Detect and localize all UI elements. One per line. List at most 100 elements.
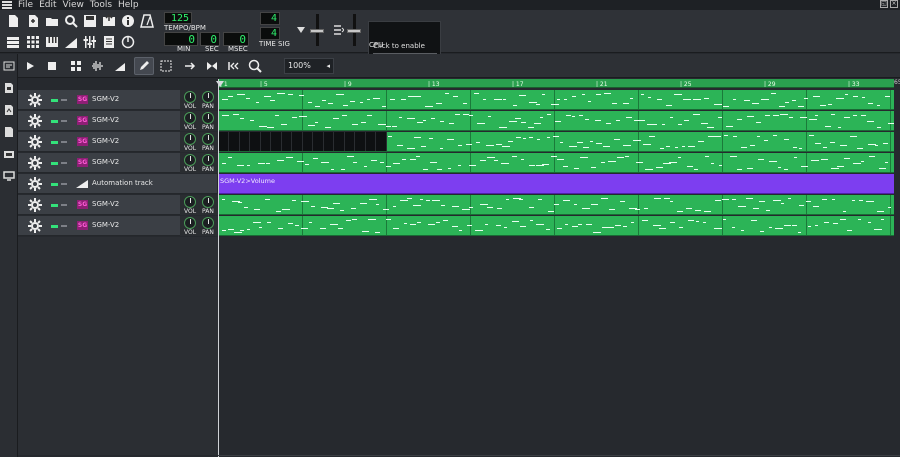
- pattern-clip-lane[interactable]: [218, 111, 894, 131]
- metronome-button[interactable]: [138, 12, 155, 29]
- time-min-lcd[interactable]: 0: [164, 32, 198, 46]
- whats-this-button[interactable]: [119, 12, 136, 29]
- mute-button[interactable]: [51, 183, 58, 186]
- pattern-clip-lane[interactable]: [218, 216, 894, 236]
- mute-button[interactable]: [51, 99, 58, 102]
- track-header[interactable]: Automation track: [18, 174, 218, 194]
- volume-knob[interactable]: [184, 91, 196, 103]
- new-project-button[interactable]: [4, 12, 21, 29]
- my-computer-icon[interactable]: [3, 170, 15, 182]
- solo-button[interactable]: [61, 162, 67, 164]
- pattern-clip-lane[interactable]: [218, 132, 894, 152]
- solo-button[interactable]: [61, 141, 67, 143]
- track-name[interactable]: SGM-V2: [92, 158, 119, 166]
- volume-knob[interactable]: [184, 133, 196, 145]
- song-editor-button[interactable]: [4, 33, 21, 50]
- my-presets-icon[interactable]: [3, 126, 15, 138]
- beat-pattern-clip[interactable]: [218, 132, 387, 151]
- open-project-button[interactable]: [43, 12, 60, 29]
- track-name[interactable]: SGM-V2: [92, 200, 119, 208]
- pattern-clip-lane[interactable]: [218, 153, 894, 173]
- menu-file[interactable]: File: [18, 0, 33, 10]
- solo-button[interactable]: [61, 99, 67, 101]
- gear-icon[interactable]: [28, 156, 42, 170]
- gear-icon[interactable]: [28, 219, 42, 233]
- gear-icon[interactable]: [28, 114, 42, 128]
- edit-mode-button[interactable]: [156, 57, 176, 75]
- auto-scroll-button[interactable]: [180, 57, 200, 75]
- play-button[interactable]: [20, 57, 40, 75]
- menu-edit[interactable]: Edit: [39, 0, 56, 10]
- menu-help[interactable]: Help: [118, 0, 139, 10]
- automation-editor-button[interactable]: [62, 33, 79, 50]
- project-notes-button[interactable]: [100, 33, 117, 50]
- save-project-button[interactable]: [81, 12, 98, 29]
- my-projects-icon[interactable]: [3, 82, 15, 94]
- my-home-icon[interactable]: [3, 148, 15, 160]
- pan-knob[interactable]: [202, 196, 214, 208]
- solo-button[interactable]: [61, 120, 67, 122]
- automation-clip[interactable]: SGM-V2>Volume: [218, 174, 894, 194]
- add-beat-track-button[interactable]: [66, 57, 86, 75]
- solo-button[interactable]: [61, 183, 67, 185]
- volume-knob[interactable]: [184, 217, 196, 229]
- timesig-numerator-lcd[interactable]: 4: [260, 12, 280, 25]
- track-name[interactable]: Automation track: [92, 179, 153, 187]
- mute-button[interactable]: [51, 225, 58, 228]
- master-volume-slider[interactable]: [310, 29, 324, 33]
- add-sample-track-button[interactable]: [88, 57, 108, 75]
- menu-view[interactable]: View: [63, 0, 84, 10]
- piano-roll-button[interactable]: [43, 33, 60, 50]
- mute-button[interactable]: [51, 162, 58, 165]
- track-header[interactable]: SG SGM-V2 VOL PAN: [18, 153, 218, 173]
- track-header[interactable]: SG SGM-V2 VOL PAN: [18, 132, 218, 152]
- loop-points-button[interactable]: [202, 57, 222, 75]
- track-header[interactable]: SG SGM-V2 VOL PAN: [18, 216, 218, 236]
- timesig-denominator-lcd[interactable]: 4: [260, 27, 280, 40]
- track-header[interactable]: SG SGM-V2 VOL PAN: [18, 111, 218, 131]
- controller-rack-button[interactable]: [119, 33, 136, 50]
- restore-window-icon[interactable]: ◱: [880, 0, 888, 8]
- pan-knob[interactable]: [202, 112, 214, 124]
- track-name[interactable]: SGM-V2: [92, 221, 119, 229]
- recent-projects-button[interactable]: [62, 12, 79, 29]
- gear-icon[interactable]: [28, 93, 42, 107]
- time-msec-lcd[interactable]: 0: [223, 32, 249, 46]
- volume-knob[interactable]: [184, 112, 196, 124]
- gear-icon[interactable]: [28, 135, 42, 149]
- mute-button[interactable]: [51, 120, 58, 123]
- stop-button[interactable]: [42, 57, 62, 75]
- app-menu-icon[interactable]: [2, 1, 12, 9]
- pattern-clip-lane[interactable]: [218, 90, 894, 110]
- volume-knob[interactable]: [184, 196, 196, 208]
- track-name[interactable]: SGM-V2: [92, 116, 119, 124]
- master-pitch-slider[interactable]: [347, 29, 361, 33]
- pan-knob[interactable]: [202, 133, 214, 145]
- zoom-select[interactable]: 100% ◂: [284, 58, 334, 74]
- pan-knob[interactable]: [202, 91, 214, 103]
- tempo-lcd[interactable]: 125: [164, 12, 192, 24]
- cpu-meter[interactable]: Click to enable: [368, 21, 441, 57]
- solo-button[interactable]: [61, 204, 67, 206]
- track-header[interactable]: SG SGM-V2 VOL PAN: [18, 195, 218, 215]
- timeline-ruler[interactable]: | 1| 5| 9| 13| 17| 21| 25| 29| 33| 37| 4…: [218, 79, 894, 88]
- pan-knob[interactable]: [202, 154, 214, 166]
- volume-knob[interactable]: [184, 154, 196, 166]
- gear-icon[interactable]: [28, 177, 42, 191]
- return-to-start-button[interactable]: [224, 57, 244, 75]
- track-header[interactable]: SG SGM-V2 VOL PAN: [18, 90, 218, 110]
- instrument-plugins-icon[interactable]: [3, 60, 15, 72]
- pattern-clip-lane[interactable]: [218, 195, 894, 215]
- pan-knob[interactable]: [202, 217, 214, 229]
- pattern-editor-button[interactable]: [24, 33, 41, 50]
- my-samples-icon[interactable]: [3, 104, 15, 116]
- mute-button[interactable]: [51, 141, 58, 144]
- time-sec-lcd[interactable]: 0: [200, 32, 220, 46]
- track-name[interactable]: SGM-V2: [92, 95, 119, 103]
- mute-button[interactable]: [51, 204, 58, 207]
- close-window-icon[interactable]: ×: [890, 0, 898, 8]
- solo-button[interactable]: [61, 225, 67, 227]
- add-automation-track-button[interactable]: [110, 57, 130, 75]
- new-from-template-button[interactable]: [24, 12, 41, 29]
- draw-mode-button[interactable]: [134, 57, 154, 75]
